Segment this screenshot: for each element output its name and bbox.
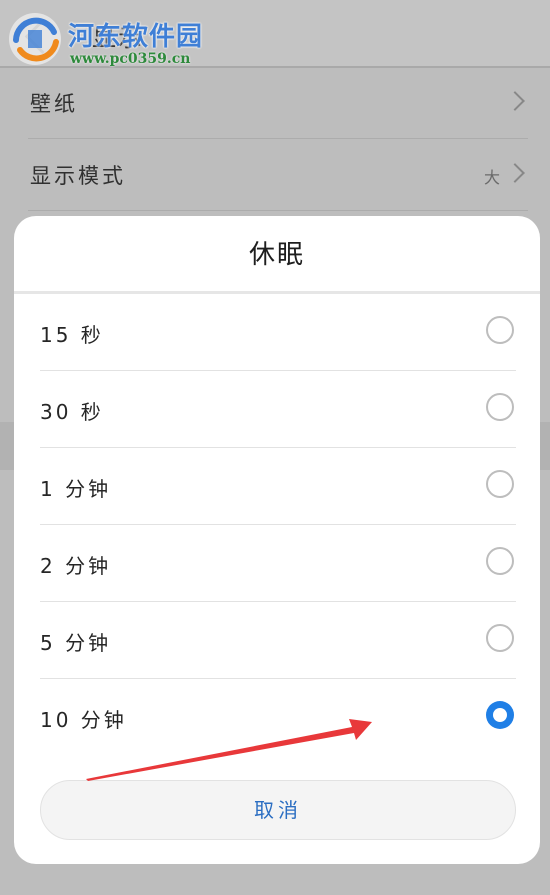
chevron-right-icon (505, 91, 525, 111)
radio-unchecked-icon[interactable] (486, 393, 514, 421)
option-label: 10 分钟 (40, 708, 127, 732)
watermark-name: 河东软件园 (68, 22, 204, 52)
option-2-minutes[interactable]: 2 分钟 (40, 525, 516, 602)
option-label: 5 分钟 (40, 631, 112, 655)
chevron-right-icon (505, 163, 525, 183)
watermark: 河东软件园 www.pc0359.cn (4, 6, 244, 67)
option-5-minutes[interactable]: 5 分钟 (40, 602, 516, 679)
watermark-logo-icon (9, 13, 61, 65)
option-label: 30 秒 (40, 400, 104, 424)
option-label: 1 分钟 (40, 477, 112, 501)
option-15-seconds[interactable]: 15 秒 (40, 294, 516, 371)
settings-row-label: 壁纸 (30, 92, 78, 116)
option-10-minutes[interactable]: 10 分钟 (40, 679, 516, 756)
settings-row-wallpaper[interactable]: 壁纸 (28, 66, 528, 139)
option-label: 15 秒 (40, 323, 104, 347)
radio-unchecked-icon[interactable] (486, 547, 514, 575)
sleep-dialog: 休眠 15 秒 30 秒 1 分钟 2 分钟 5 分钟 10 分钟 取消 (14, 216, 540, 864)
settings-row-display-mode[interactable]: 显示模式 大 (28, 138, 528, 211)
option-label: 2 分钟 (40, 554, 112, 578)
radio-unchecked-icon[interactable] (486, 316, 514, 344)
radio-unchecked-icon[interactable] (486, 470, 514, 498)
watermark-url: www.pc0359.cn (70, 51, 191, 67)
radio-unchecked-icon[interactable] (486, 624, 514, 652)
settings-row-label: 显示模式 (30, 164, 126, 188)
dialog-title: 休眠 (248, 240, 305, 270)
settings-row-value: 大 (483, 168, 500, 187)
option-30-seconds[interactable]: 30 秒 (40, 371, 516, 448)
radio-checked-icon[interactable] (486, 701, 514, 729)
cancel-button[interactable]: 取消 (40, 780, 516, 840)
option-1-minute[interactable]: 1 分钟 (40, 448, 516, 525)
